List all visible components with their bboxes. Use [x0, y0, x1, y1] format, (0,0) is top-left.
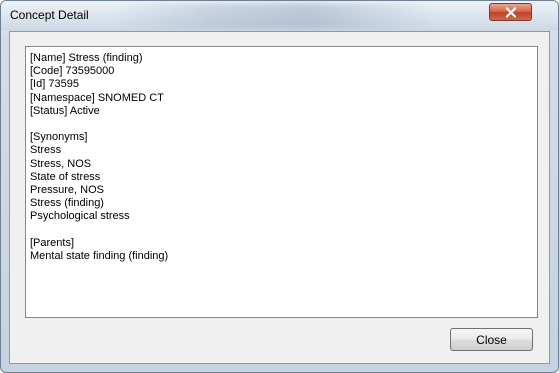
detail-line-synonym: Stress (finding): [30, 197, 104, 210]
detail-line-synonym: Psychological stress: [30, 210, 130, 223]
detail-line-code: [Code] 73595000: [30, 65, 115, 78]
blurred-title-region: [111, 3, 441, 29]
close-x-icon: [505, 6, 516, 18]
window-close-button[interactable]: [489, 3, 532, 21]
detail-line-synonym: Stress: [30, 144, 62, 157]
detail-line-parent: Mental state finding (finding): [30, 249, 169, 262]
detail-line-parents-header: [Parents]: [30, 236, 75, 249]
title-bar[interactable]: Concept Detail: [1, 1, 558, 31]
dialog-client-area: [Name] Stress (finding) [Code] 73595000 …: [9, 31, 550, 364]
detail-line-id: [Id] 73595: [30, 78, 79, 91]
detail-line-blank: [30, 118, 533, 131]
detail-line-blank: [30, 223, 533, 236]
detail-line-synonym: State of stress: [30, 170, 101, 183]
detail-line-synonym: Pressure, NOS: [30, 183, 104, 196]
detail-line-name: [Name] Stress (finding): [30, 52, 143, 64]
detail-line-status: [Status] Active: [30, 104, 100, 117]
close-button[interactable]: Close: [450, 328, 533, 351]
concept-detail-textbox[interactable]: [Name] Stress (finding) [Code] 73595000 …: [25, 46, 538, 318]
detail-line-synonyms-header: [Synonyms]: [30, 131, 88, 144]
window-title: Concept Detail: [10, 8, 89, 22]
detail-line-synonym: Stress, NOS: [30, 157, 92, 170]
concept-detail-window: Concept Detail [Name] Stress (finding) […: [0, 0, 559, 373]
detail-line-namespace: [Namespace] SNOMED CT: [30, 91, 164, 104]
